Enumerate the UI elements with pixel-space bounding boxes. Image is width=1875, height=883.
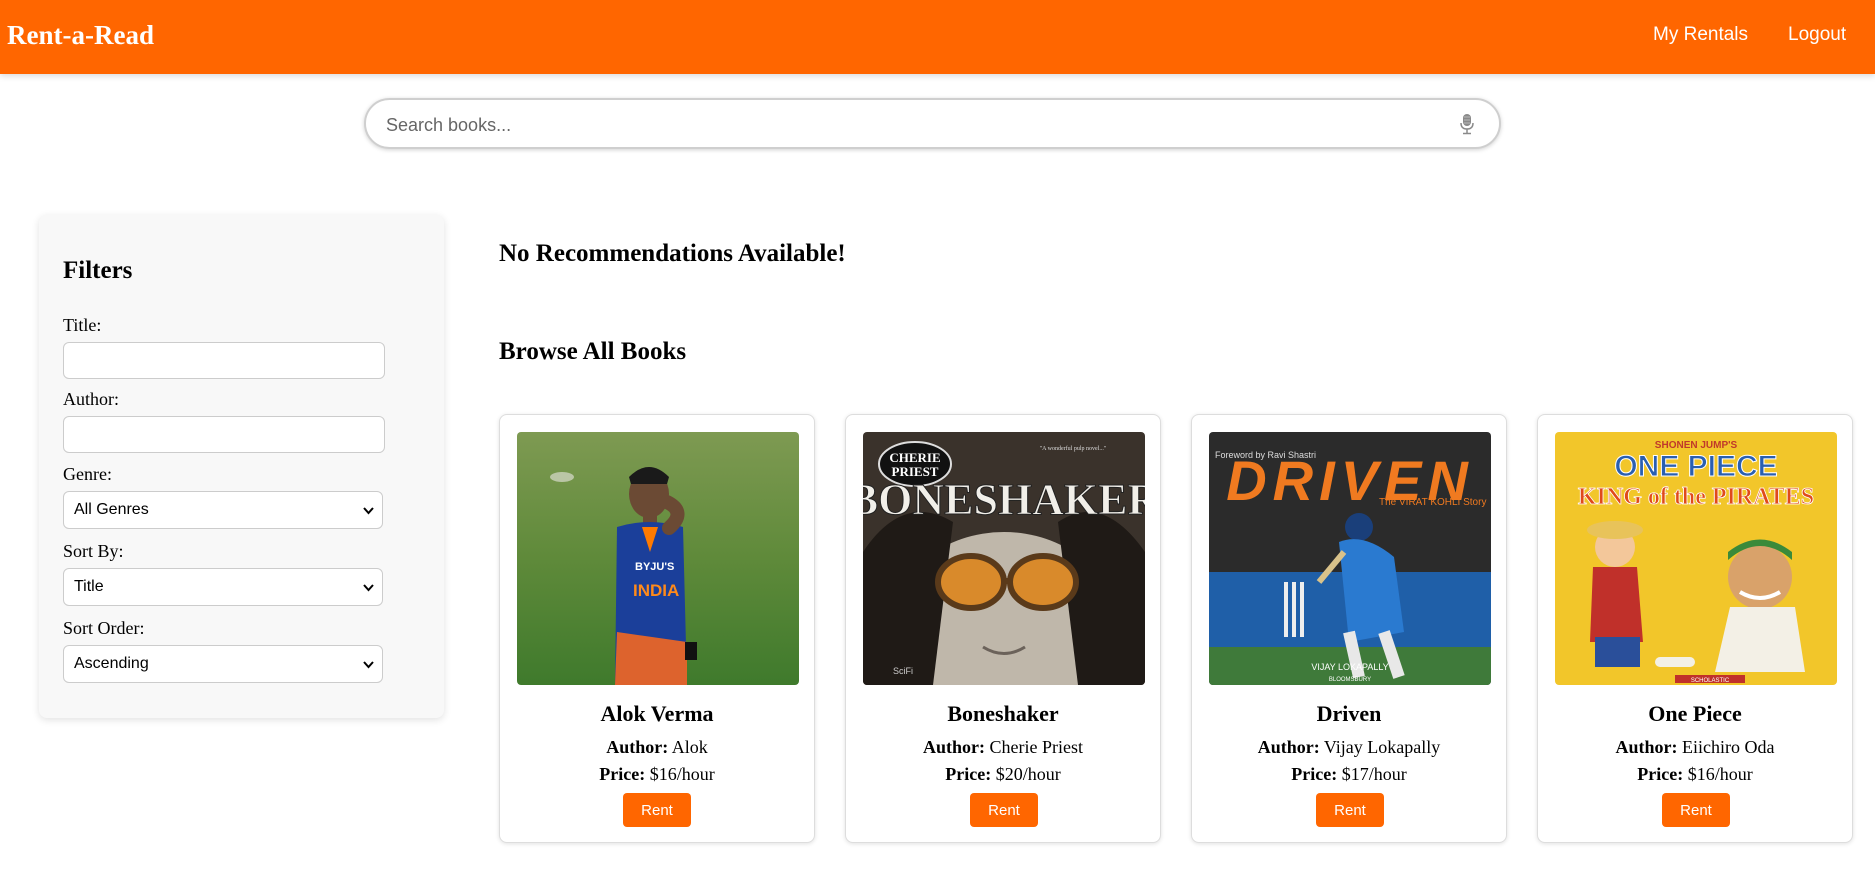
nav-logout[interactable]: Logout — [1788, 24, 1846, 46]
rent-button[interactable]: Rent — [1662, 793, 1730, 827]
book-title: Alok Verma — [600, 701, 714, 726]
svg-text:"A wonderful pulp novel...": "A wonderful pulp novel..." — [1040, 445, 1107, 452]
book-cover-image[interactable]: Foreword by Ravi Shastri DRIVEN The VIRA… — [1209, 432, 1491, 685]
svg-text:VIJAY LOKAPALLY: VIJAY LOKAPALLY — [1311, 662, 1388, 672]
book-author: Author: Vijay Lokapally — [1257, 737, 1441, 757]
chevron-down-icon — [363, 661, 374, 669]
book-cover-image[interactable]: BYJU'S INDIA — [517, 432, 799, 685]
book-price: Price: $16/hour — [1637, 764, 1753, 784]
book-price: Price: $20/hour — [945, 764, 1061, 784]
rent-button[interactable]: Rent — [970, 793, 1038, 827]
svg-text:INDIA: INDIA — [633, 581, 679, 600]
svg-text:The VIRAT KOHLI Story: The VIRAT KOHLI Story — [1379, 497, 1486, 508]
genre-select-value: All Genres — [74, 501, 149, 518]
browse-heading: Browse All Books — [499, 338, 687, 365]
book-card: BYJU'S INDIA Alok Verma Author: Alok Pri… — [499, 414, 815, 843]
genre-select[interactable]: All Genres — [63, 491, 383, 529]
book-author: Author: Eiichiro Oda — [1615, 737, 1775, 757]
book-card: CHERIE PRIEST BONESHAKER "A wonderful pu… — [845, 414, 1161, 843]
author-filter-input[interactable] — [63, 416, 385, 453]
recommendations-heading: No Recommendations Available! — [499, 240, 846, 267]
title-filter-input[interactable] — [63, 342, 385, 379]
microphone-icon[interactable] — [1459, 113, 1475, 135]
book-cover-image[interactable]: SHONEN JUMP'S ONE PIECE KING of the PIRA… — [1555, 432, 1837, 685]
rent-button[interactable]: Rent — [1316, 793, 1384, 827]
svg-text:BONESHAKER: BONESHAKER — [863, 475, 1145, 524]
book-card: SHONEN JUMP'S ONE PIECE KING of the PIRA… — [1537, 414, 1853, 843]
book-author: Author: Cherie Priest — [923, 737, 1083, 757]
svg-text:KING of the PIRATES: KING of the PIRATES — [1578, 484, 1814, 510]
book-author: Author: Alok — [606, 737, 708, 757]
sort-by-select-value: Title — [74, 578, 104, 595]
sort-order-label: Sort Order: — [63, 618, 145, 638]
svg-text:SCHOLASTIC: SCHOLASTIC — [1691, 678, 1730, 684]
book-price: Price: $16/hour — [599, 764, 715, 784]
svg-text:CHERIE: CHERIE — [889, 450, 940, 465]
nav-my-rentals[interactable]: My Rentals — [1653, 24, 1748, 46]
svg-text:BYJU'S: BYJU'S — [635, 561, 674, 573]
svg-text:BLOOMSBURY: BLOOMSBURY — [1329, 677, 1371, 683]
filters-panel: Filters Title: Author: Genre: All Genres… — [39, 215, 444, 718]
sort-by-select[interactable]: Title — [63, 568, 383, 606]
book-card: Foreword by Ravi Shastri DRIVEN The VIRA… — [1191, 414, 1507, 843]
title-filter-label: Title: — [63, 315, 102, 335]
author-filter-label: Author: — [63, 389, 119, 409]
filters-heading: Filters — [63, 257, 133, 284]
genre-filter-label: Genre: — [63, 464, 112, 484]
top-navbar: Rent-a-Read My Rentals Logout — [0, 0, 1875, 74]
svg-text:SciFi: SciFi — [893, 666, 913, 676]
rent-button[interactable]: Rent — [623, 793, 691, 827]
brand-logo[interactable]: Rent-a-Read — [7, 20, 154, 51]
search-bar — [364, 98, 1501, 149]
sort-order-select[interactable]: Ascending — [63, 645, 383, 683]
sort-order-select-value: Ascending — [74, 655, 149, 672]
book-title: Boneshaker — [947, 701, 1059, 726]
book-cover-image[interactable]: CHERIE PRIEST BONESHAKER "A wonderful pu… — [863, 432, 1145, 685]
sort-by-label: Sort By: — [63, 541, 124, 561]
svg-text:ONE PIECE: ONE PIECE — [1614, 450, 1777, 483]
chevron-down-icon — [363, 584, 374, 592]
book-price: Price: $17/hour — [1291, 764, 1407, 784]
book-title: Driven — [1316, 701, 1382, 726]
book-title: One Piece — [1648, 701, 1742, 726]
chevron-down-icon — [363, 507, 374, 515]
search-input[interactable] — [384, 110, 1428, 140]
